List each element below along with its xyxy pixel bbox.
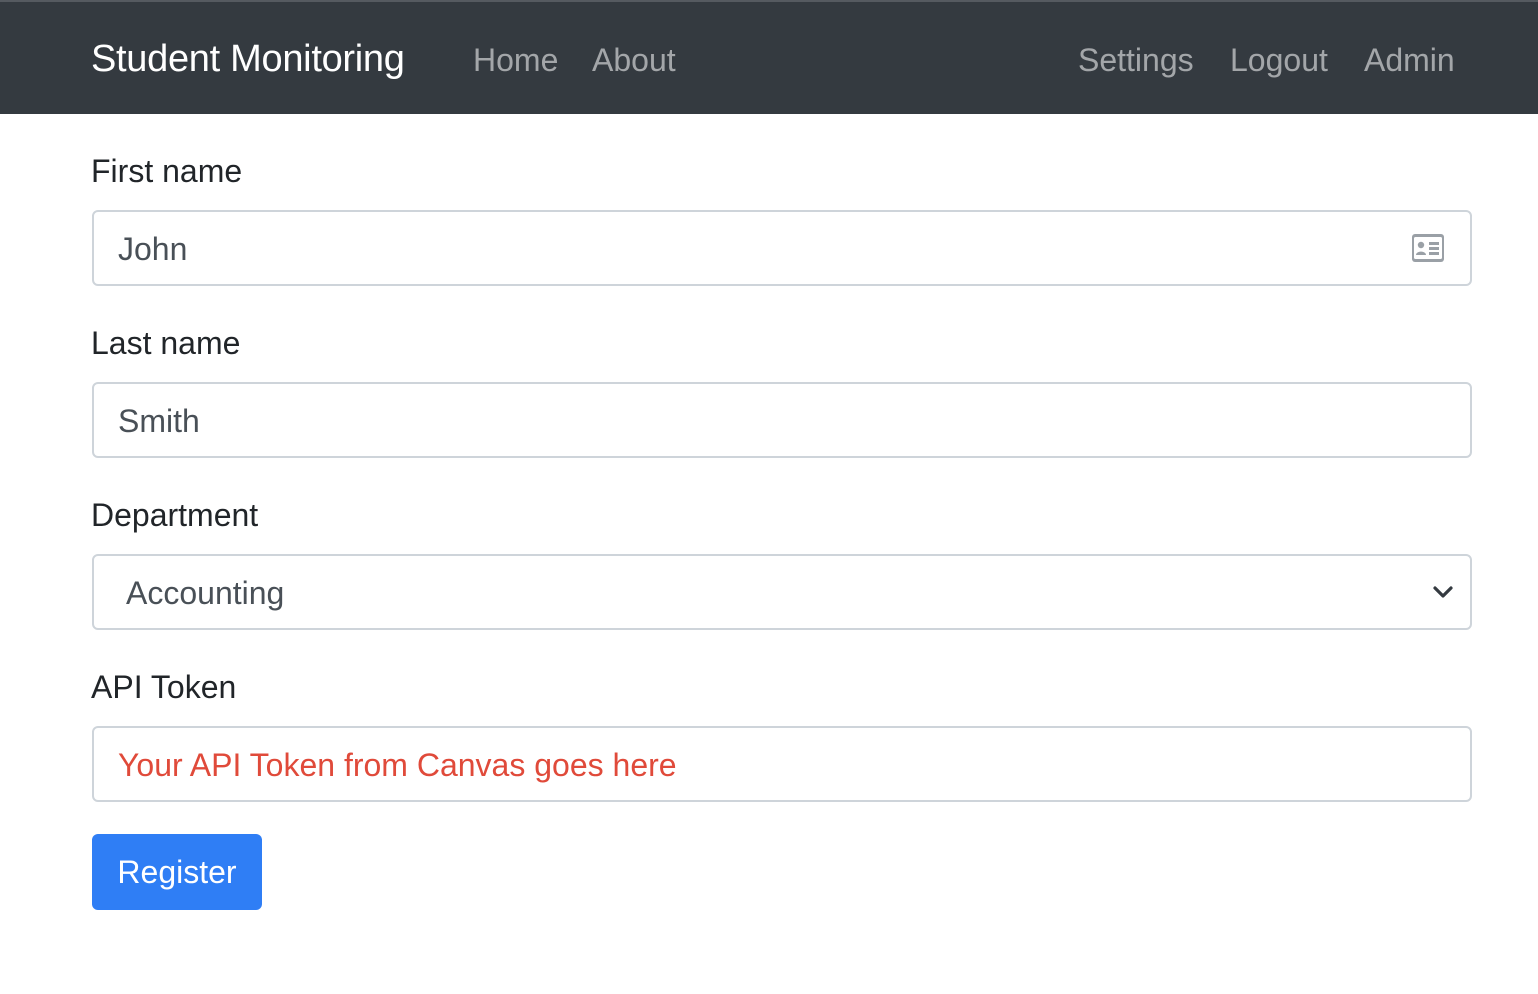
first-name-value: John (118, 231, 188, 267)
register-button[interactable]: Register (92, 834, 262, 910)
brand-title[interactable]: Student Monitoring (91, 36, 405, 82)
department-select[interactable]: Accounting (92, 554, 1472, 630)
nav-link-about[interactable]: About (592, 38, 676, 82)
navbar: Student Monitoring Home About Settings L… (0, 0, 1538, 114)
id-card-icon (1412, 234, 1444, 262)
last-name-value: Smith (118, 403, 200, 439)
department-selected-value: Accounting (126, 575, 285, 611)
api-token-placeholder: Your API Token from Canvas goes here (118, 747, 677, 783)
department-label: Department (91, 497, 259, 533)
chevron-down-icon (1433, 586, 1453, 598)
nav-link-admin[interactable]: Admin (1364, 38, 1455, 82)
api-token-input[interactable]: Your API Token from Canvas goes here (92, 726, 1472, 802)
nav-link-settings[interactable]: Settings (1078, 38, 1194, 82)
first-name-input[interactable]: John (92, 210, 1472, 286)
first-name-label: First name (91, 153, 243, 189)
nav-link-logout[interactable]: Logout (1230, 38, 1328, 82)
last-name-label: Last name (91, 325, 241, 361)
last-name-input[interactable]: Smith (92, 382, 1472, 458)
nav-link-home[interactable]: Home (473, 38, 558, 82)
api-token-label: API Token (91, 669, 237, 705)
